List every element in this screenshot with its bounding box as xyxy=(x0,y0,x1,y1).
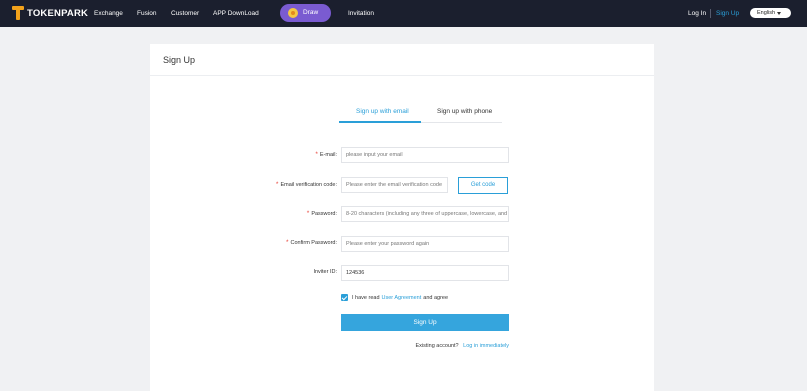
code-label: * Email verification code: xyxy=(275,181,337,188)
inviter-label: Inviter ID: xyxy=(313,269,337,275)
verification-code-field[interactable]: Please enter the email verification code xyxy=(341,177,448,193)
required-mark: * xyxy=(286,239,289,246)
tab-phone[interactable]: Sign up with phone xyxy=(437,108,492,115)
required-mark: * xyxy=(275,181,279,188)
nav-divider xyxy=(710,9,711,18)
inviter-id-field[interactable]: 124536 xyxy=(341,265,509,281)
password-label: * Password: xyxy=(306,210,337,217)
get-code-button[interactable]: Get code xyxy=(458,177,508,194)
top-navbar: TOKENPARK Exchange Fusion Customer APP D… xyxy=(0,0,807,27)
tab-email[interactable]: Sign up with email xyxy=(356,108,409,115)
email-label: * E-mail: xyxy=(315,151,337,158)
nav-exchange[interactable]: Exchange xyxy=(94,0,123,27)
header-divider xyxy=(150,75,654,76)
user-agreement-link[interactable]: User Agreement xyxy=(382,295,422,301)
active-tab-indicator xyxy=(339,121,421,123)
brand-name: TOKENPARK xyxy=(27,7,89,19)
existing-account-row: Existing account? Log in immediately xyxy=(416,343,510,349)
signup-link[interactable]: Sign Up xyxy=(716,0,739,27)
nav-app-download[interactable]: APP DownLoad xyxy=(213,0,259,27)
draw-label: Draw xyxy=(303,9,319,16)
login-immediately-link[interactable]: Log in immediately xyxy=(463,343,509,349)
required-mark: * xyxy=(315,151,318,158)
language-label: English xyxy=(757,10,776,16)
agreement-prefix: I have read xyxy=(352,294,380,301)
caret-down-icon xyxy=(777,11,781,15)
agreement-suffix: and agree xyxy=(423,294,449,301)
password-field[interactable]: 8-20 characters (including any three of … xyxy=(341,206,509,222)
scrollbar[interactable] xyxy=(801,27,807,391)
email-field[interactable]: please input your email xyxy=(341,147,509,163)
language-select[interactable]: English xyxy=(750,8,791,18)
confirm-password-field[interactable]: Please enter your password again xyxy=(341,236,509,252)
confirm-password-label: * Confirm Password: xyxy=(286,239,337,246)
coin-icon xyxy=(288,8,298,18)
login-link[interactable]: Log In xyxy=(688,0,706,27)
existing-account-text: Existing account? xyxy=(415,343,459,349)
nav-customer[interactable]: Customer xyxy=(171,0,199,27)
logo[interactable]: TOKENPARK xyxy=(12,6,88,20)
agreement-row: I have read User Agreement and agree xyxy=(341,294,448,301)
draw-button[interactable]: Draw xyxy=(280,4,331,22)
required-mark: * xyxy=(306,210,310,217)
agreement-checkbox[interactable] xyxy=(341,294,348,301)
nav-invitation[interactable]: Invitation xyxy=(348,0,374,27)
logo-icon xyxy=(12,6,24,20)
signup-card: Sign Up Sign up with email Sign up with … xyxy=(150,44,654,391)
sign-up-button[interactable]: Sign Up xyxy=(341,314,509,331)
nav-fusion[interactable]: Fusion xyxy=(137,0,157,27)
page-title: Sign Up xyxy=(163,55,196,65)
